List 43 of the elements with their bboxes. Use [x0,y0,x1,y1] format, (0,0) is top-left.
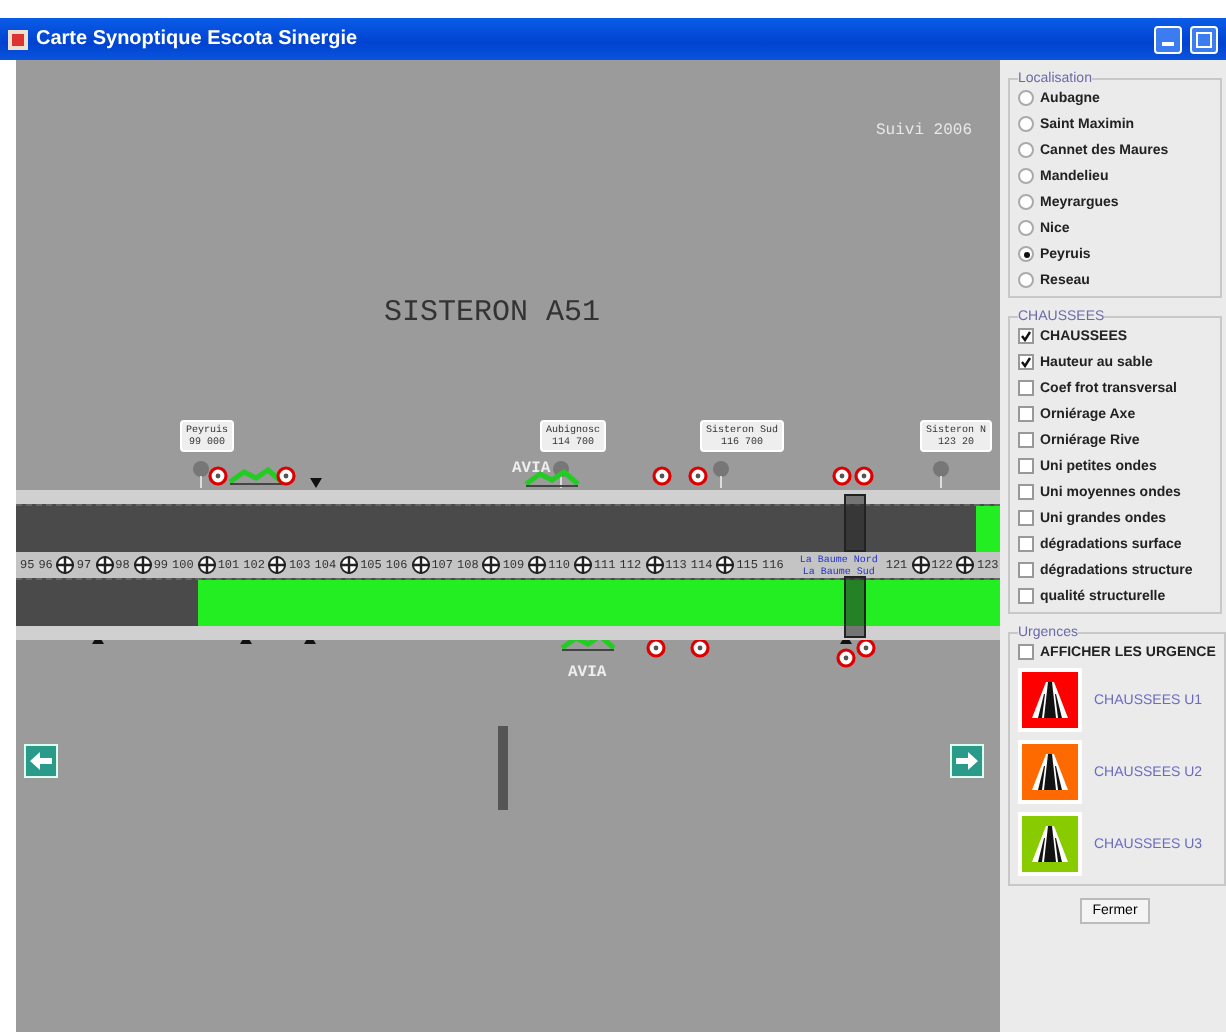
window-title: Carte Synoptique Escota Sinergie [36,28,360,50]
target-icon [276,466,296,486]
km-marker-icon [56,556,75,574]
km-marker-icon [956,556,975,574]
triangle-icon [310,478,322,488]
km-marker-icon [716,556,735,574]
service-area-label: AVIA [568,664,607,682]
km-marker-icon [911,556,930,574]
arrow-icon [30,752,52,770]
sign-post-icon [712,460,730,488]
service-area-label: AVIA [512,460,551,478]
km-marker-icon [411,556,430,574]
km-marker-icon [482,556,501,574]
target-icon [646,638,666,658]
sign-post-icon [192,460,210,488]
map-caption: Suivi 2006 [876,122,973,140]
arrow-icon [956,752,978,770]
app-icon [8,29,28,49]
right-arrow-button[interactable] [950,744,984,778]
km-marker-icon [340,556,359,574]
km-marker-icon [645,556,664,574]
sign-post-icon [552,460,570,488]
left-arrow-button[interactable] [24,744,58,778]
km-marker-icon [268,556,287,574]
km-marker-icon [197,556,216,574]
target-icon [208,466,228,486]
check-icon [1020,356,1032,368]
km-marker-icon [528,556,547,574]
check-icon [1020,330,1032,342]
target-icon [690,638,710,658]
marker-line-icon [524,468,580,488]
km-marker-icon [573,556,592,574]
km-marker-icon [95,556,114,574]
marker-line-icon [228,466,284,486]
minimize-button[interactable] [1154,25,1182,53]
sign-post-icon [932,460,950,488]
interchange-bridge [844,494,866,552]
maximize-button[interactable] [1190,25,1218,53]
vertical-bar [498,726,508,810]
interchange-bridge [844,576,866,638]
maximize-icon [1196,31,1212,47]
km-marker-icon [133,556,152,574]
section-title: SISTERON A51 [384,296,601,330]
